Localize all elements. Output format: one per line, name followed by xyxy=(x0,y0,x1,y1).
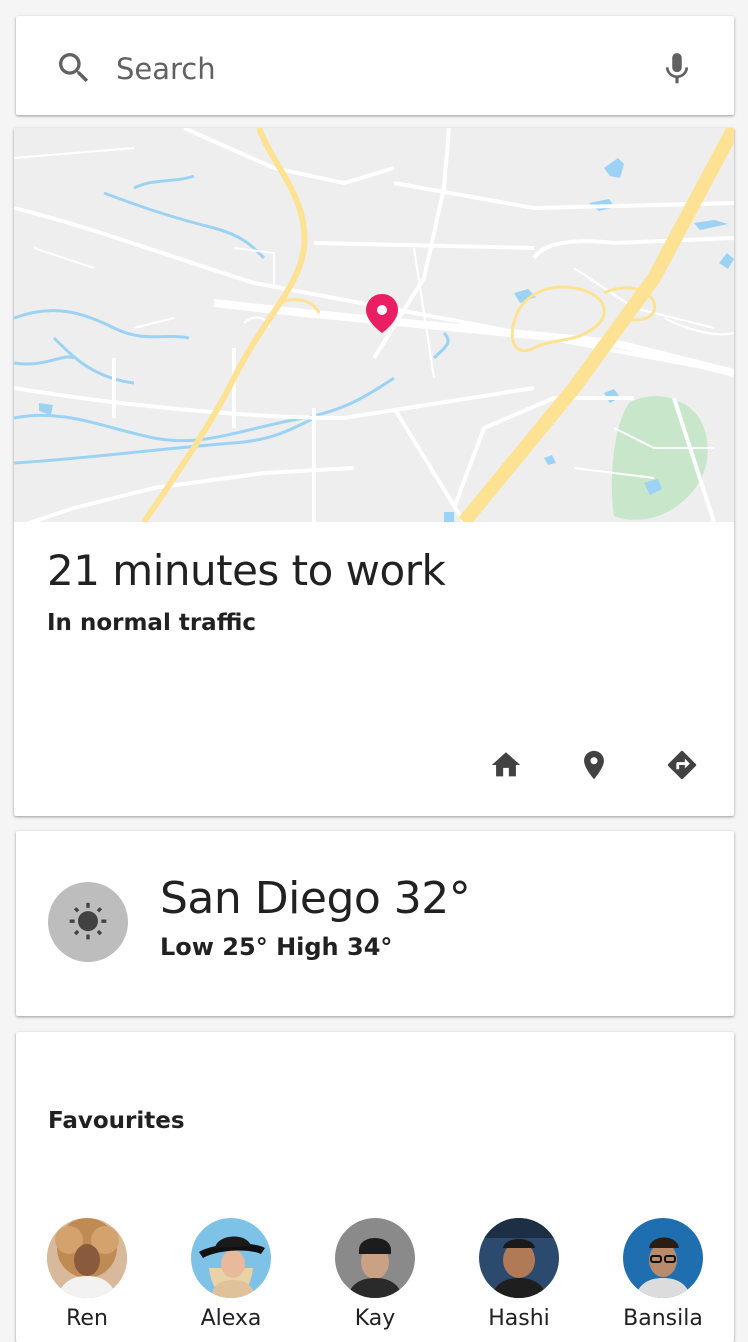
favourite-person[interactable]: Kay xyxy=(315,1218,435,1331)
favourite-name: Hashi xyxy=(488,1306,550,1331)
avatar xyxy=(479,1218,559,1298)
weather-title: San Diego 32° xyxy=(160,873,471,924)
favourite-person[interactable]: Ren xyxy=(27,1218,147,1331)
favourite-person[interactable]: Bansila xyxy=(603,1218,723,1331)
avatar xyxy=(623,1218,703,1298)
favourite-name: Alexa xyxy=(200,1306,262,1331)
favourite-person[interactable]: Hashi xyxy=(459,1218,579,1331)
commute-card[interactable]: 21 minutes to work In normal traffic xyxy=(14,128,734,816)
favourites-title: Favourites xyxy=(48,1108,185,1134)
sun-icon xyxy=(69,902,107,940)
place-icon[interactable] xyxy=(577,748,611,782)
favourite-name: Ren xyxy=(66,1306,108,1331)
avatar xyxy=(47,1218,127,1298)
favourites-card: Favourites Ren Alexa Kay Hashi Bansila xyxy=(16,1032,734,1342)
mic-icon[interactable] xyxy=(658,48,696,90)
weather-badge xyxy=(48,882,128,962)
avatar xyxy=(191,1218,271,1298)
commute-subtitle: In normal traffic xyxy=(47,610,256,636)
map[interactable] xyxy=(14,128,734,522)
search-icon[interactable] xyxy=(54,48,94,88)
commute-title: 21 minutes to work xyxy=(47,546,446,595)
search-input[interactable] xyxy=(114,44,638,94)
home-icon[interactable] xyxy=(489,748,523,782)
favourite-person[interactable]: Alexa xyxy=(171,1218,291,1331)
weather-card[interactable]: San Diego 32° Low 25° High 34° xyxy=(16,831,734,1016)
favourite-name: Bansila xyxy=(623,1306,703,1331)
map-illustration xyxy=(14,128,734,522)
directions-icon[interactable] xyxy=(665,748,699,782)
favourite-name: Kay xyxy=(354,1306,396,1331)
search-bar[interactable] xyxy=(16,16,734,115)
weather-subtitle: Low 25° High 34° xyxy=(160,933,393,961)
avatar xyxy=(335,1218,415,1298)
